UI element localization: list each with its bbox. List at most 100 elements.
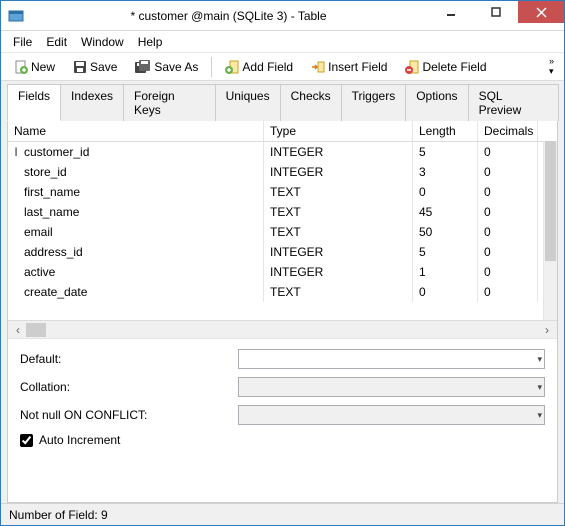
tab-strip: Fields Indexes Foreign Keys Uniques Chec… — [1, 81, 564, 120]
insertfield-label: Insert Field — [328, 60, 387, 74]
cell-length[interactable]: 5 — [413, 142, 478, 162]
hscroll-right[interactable]: › — [539, 322, 555, 338]
new-label: New — [31, 60, 55, 74]
cell-decimals[interactable]: 0 — [478, 282, 538, 302]
cell-type[interactable]: TEXT — [264, 282, 413, 302]
table-row[interactable]: emailTEXT500 — [8, 222, 557, 242]
default-combobox[interactable]: ▾ — [238, 349, 545, 369]
tab-fields[interactable]: Fields — [7, 84, 61, 121]
cell-type[interactable]: TEXT — [264, 182, 413, 202]
autoincrement-checkbox[interactable] — [20, 434, 33, 447]
cell-length[interactable]: 1 — [413, 262, 478, 282]
chevron-down-icon: ▾ — [537, 382, 542, 393]
cell-type[interactable]: TEXT — [264, 202, 413, 222]
cell-decimals[interactable]: 0 — [478, 262, 538, 282]
tab-uniques[interactable]: Uniques — [215, 84, 281, 121]
toolbar-overflow[interactable]: »▾ — [545, 56, 558, 77]
cell-name[interactable]: Icustomer_id — [8, 142, 264, 162]
menu-bar: File Edit Window Help — [1, 31, 564, 53]
table-row[interactable]: create_dateTEXT00 — [8, 282, 557, 302]
close-button[interactable] — [518, 1, 564, 23]
table-row[interactable]: store_idINTEGER30 — [8, 162, 557, 182]
menu-window[interactable]: Window — [75, 33, 130, 51]
cell-decimals[interactable]: 0 — [478, 182, 538, 202]
window-title: * customer @main (SQLite 3) - Table — [29, 9, 428, 23]
cell-decimals[interactable]: 0 — [478, 222, 538, 242]
cell-length[interactable]: 5 — [413, 242, 478, 262]
status-text: Number of Field: 9 — [9, 508, 108, 522]
cell-name[interactable]: active — [8, 262, 264, 282]
minimize-button[interactable] — [428, 1, 473, 23]
col-decimals[interactable]: Decimals — [478, 121, 538, 141]
collation-combobox[interactable]: ▾ — [238, 377, 545, 397]
cell-name[interactable]: store_id — [8, 162, 264, 182]
tab-indexes[interactable]: Indexes — [60, 84, 124, 121]
conflict-combobox[interactable]: ▾ — [238, 405, 545, 425]
saveas-button[interactable]: Save As — [128, 57, 205, 77]
cell-name[interactable]: last_name — [8, 202, 264, 222]
cell-name[interactable]: address_id — [8, 242, 264, 262]
hscroll-thumb[interactable] — [26, 323, 46, 337]
save-button[interactable]: Save — [66, 57, 124, 77]
saveas-label: Save As — [154, 60, 198, 74]
save-icon — [73, 60, 87, 74]
cell-decimals[interactable]: 0 — [478, 142, 538, 162]
cell-name[interactable]: first_name — [8, 182, 264, 202]
cell-decimals[interactable]: 0 — [478, 242, 538, 262]
cell-type[interactable]: INTEGER — [264, 242, 413, 262]
autoincrement-label[interactable]: Auto Increment — [39, 433, 120, 447]
col-name[interactable]: Name — [8, 121, 264, 141]
toolbar-separator — [211, 57, 212, 77]
insertfield-button[interactable]: Insert Field — [304, 57, 394, 77]
menu-file[interactable]: File — [7, 33, 38, 51]
cell-type[interactable]: INTEGER — [264, 162, 413, 182]
addfield-label: Add Field — [242, 60, 293, 74]
table-row[interactable]: first_nameTEXT00 — [8, 182, 557, 202]
hscroll-track[interactable] — [26, 322, 539, 338]
deletefield-button[interactable]: Delete Field — [398, 57, 493, 77]
tab-options[interactable]: Options — [405, 84, 468, 121]
default-label: Default: — [20, 352, 238, 366]
tab-checks[interactable]: Checks — [280, 84, 342, 121]
cell-name[interactable]: create_date — [8, 282, 264, 302]
conflict-label: Not null ON CONFLICT: — [20, 408, 238, 422]
table-row[interactable]: Icustomer_idINTEGER50 — [8, 142, 557, 162]
cell-name[interactable]: email — [8, 222, 264, 242]
col-scroll-spacer — [538, 121, 550, 141]
save-label: Save — [90, 60, 117, 74]
toolbar: New Save Save As Add Field Insert Field … — [1, 53, 564, 81]
addfield-button[interactable]: Add Field — [218, 57, 300, 77]
horizontal-scrollbar[interactable]: ‹ › — [8, 320, 557, 338]
hscroll-left[interactable]: ‹ — [10, 322, 26, 338]
col-type[interactable]: Type — [264, 121, 413, 141]
cell-length[interactable]: 0 — [413, 282, 478, 302]
tab-triggers[interactable]: Triggers — [341, 84, 407, 121]
cell-decimals[interactable]: 0 — [478, 202, 538, 222]
cell-type[interactable]: TEXT — [264, 222, 413, 242]
tab-sql-preview[interactable]: SQL Preview — [468, 84, 559, 121]
cell-length[interactable]: 45 — [413, 202, 478, 222]
menu-edit[interactable]: Edit — [40, 33, 73, 51]
table-row[interactable]: last_nameTEXT450 — [8, 202, 557, 222]
vertical-scrollbar[interactable] — [543, 141, 557, 320]
window-controls — [428, 1, 564, 30]
grid-header: Name Type Length Decimals — [8, 121, 557, 142]
new-icon — [14, 60, 28, 74]
cell-length[interactable]: 3 — [413, 162, 478, 182]
col-length[interactable]: Length — [413, 121, 478, 141]
table-row[interactable]: address_idINTEGER50 — [8, 242, 557, 262]
new-button[interactable]: New — [7, 57, 62, 77]
table-row[interactable]: activeINTEGER10 — [8, 262, 557, 282]
maximize-button[interactable] — [473, 1, 518, 23]
status-bar: Number of Field: 9 — [1, 503, 564, 525]
chevron-down-icon: ▾ — [537, 354, 542, 365]
menu-help[interactable]: Help — [132, 33, 169, 51]
cell-decimals[interactable]: 0 — [478, 162, 538, 182]
cell-type[interactable]: INTEGER — [264, 262, 413, 282]
vscroll-thumb[interactable] — [545, 141, 556, 261]
cell-length[interactable]: 50 — [413, 222, 478, 242]
title-bar: * customer @main (SQLite 3) - Table — [1, 1, 564, 31]
cell-type[interactable]: INTEGER — [264, 142, 413, 162]
cell-length[interactable]: 0 — [413, 182, 478, 202]
tab-foreign-keys[interactable]: Foreign Keys — [123, 84, 216, 121]
